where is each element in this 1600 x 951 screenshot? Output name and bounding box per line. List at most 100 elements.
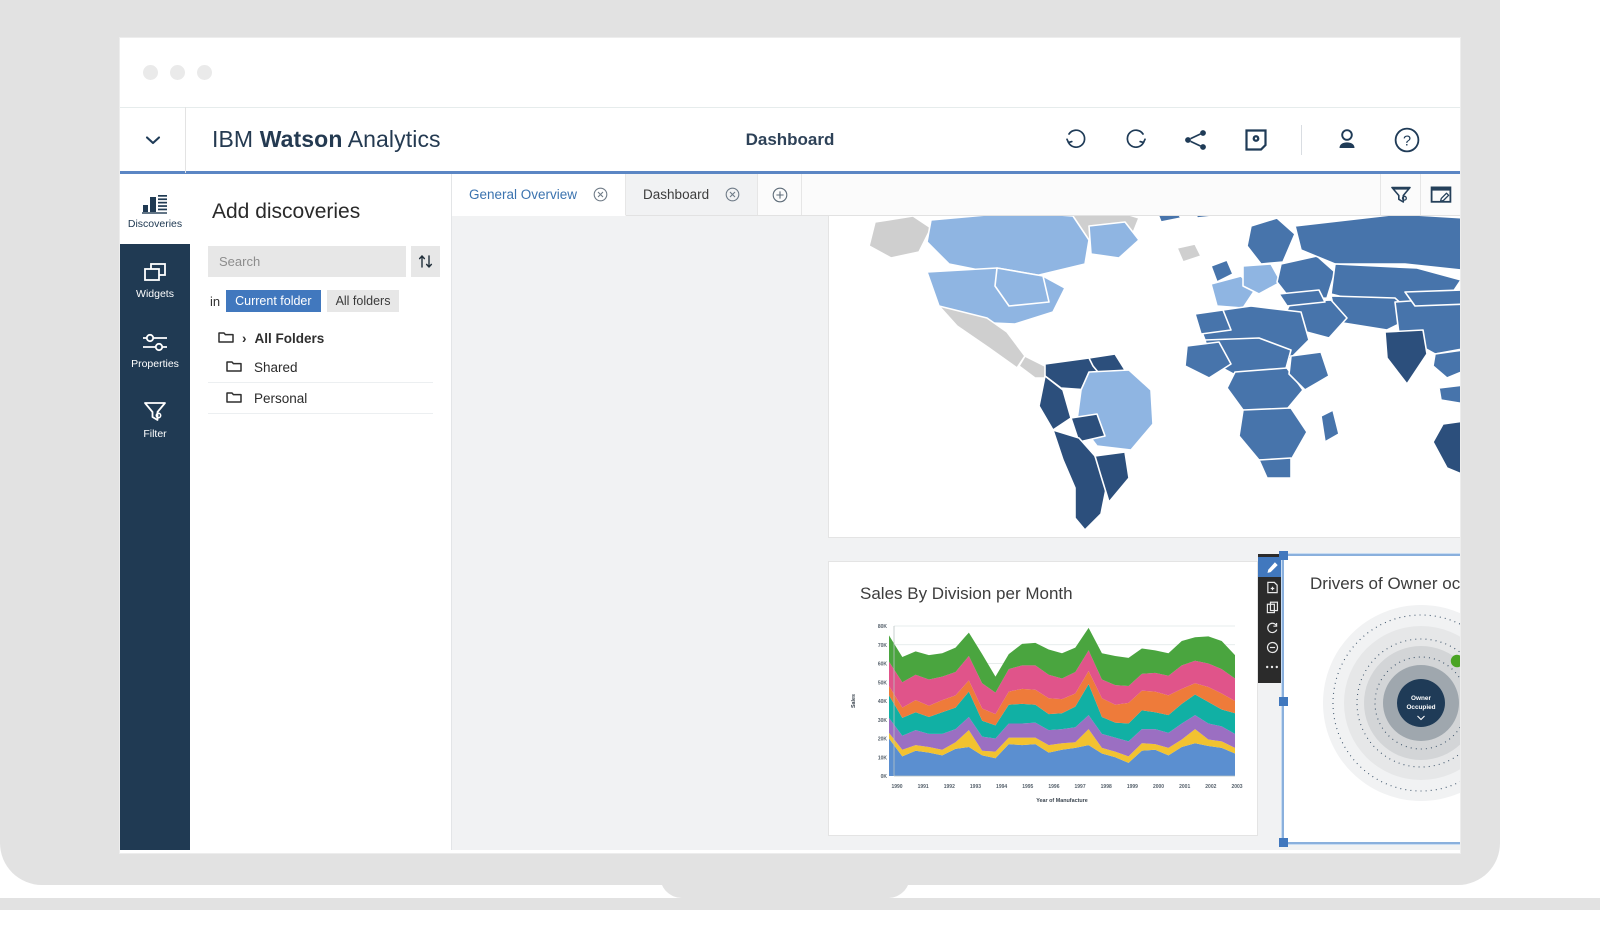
svg-text:1999: 1999 [1127, 784, 1138, 790]
edit-canvas-icon[interactable] [1420, 174, 1460, 215]
drivers-radial-chart: Owner Occupied [1323, 605, 1460, 801]
close-icon[interactable] [725, 187, 740, 202]
redo-icon[interactable] [1121, 125, 1151, 155]
sort-updown-icon[interactable] [411, 246, 440, 277]
tab-general-overview[interactable]: General Overview [452, 174, 627, 216]
sidebar-item-properties[interactable]: Properties [120, 314, 190, 384]
brand-prefix: IBM [212, 126, 260, 152]
filter-icon[interactable] [1380, 174, 1420, 215]
svg-text:1993: 1993 [970, 784, 981, 790]
svg-text:20K: 20K [878, 737, 888, 743]
undo-icon[interactable] [1061, 125, 1091, 155]
tab-label: General Overview [469, 187, 578, 202]
app-header: IBM Watson Analytics Dashboard ? [120, 106, 1460, 174]
list-item[interactable]: Personal [208, 383, 433, 414]
radial-center-label-1: Owner [1411, 695, 1431, 702]
panel-title: Add discoveries [212, 200, 361, 223]
widget-title: Sales By Division per Month [860, 584, 1073, 603]
dashboard-canvas: > 18 13 -18 8 - 13 3 - 8 [452, 216, 1460, 850]
widget-title: Drivers of Owner occupied [1310, 574, 1460, 593]
svg-text:1997: 1997 [1075, 784, 1086, 790]
user-icon[interactable] [1332, 125, 1362, 155]
widget-world-map[interactable]: > 18 13 -18 8 - 13 3 - 8 [828, 216, 1460, 538]
header-toolbar: ? [1061, 124, 1460, 155]
brand-bold: Watson [259, 126, 343, 152]
breadcrumb-label: All Folders [254, 330, 325, 346]
selection-handle[interactable] [1279, 838, 1288, 847]
window-titlebar [120, 38, 1460, 108]
folder-icon [218, 330, 234, 346]
svg-text:30K: 30K [878, 718, 888, 724]
widget-drivers-of-owner-occupied[interactable]: Drivers of Owner occupied Owner Occupied [1279, 551, 1460, 847]
device-base-cut [0, 910, 1600, 951]
sidebar-item-label: Discoveries [127, 218, 183, 230]
header-divider [1301, 124, 1302, 155]
sidebar-item-discoveries[interactable]: Discoveries [120, 174, 190, 244]
widgets-icon [142, 258, 168, 284]
sidebar-item-label: Properties [131, 358, 179, 370]
window-dot-close[interactable] [143, 65, 158, 80]
list-item-label: Personal [254, 390, 308, 406]
add-discoveries-panel: Add discoveries in Current folder All fo… [190, 174, 452, 850]
device-shadow-top [0, 0, 980, 22]
widget-sales-area-chart[interactable]: Sales By Division per Month 0K 10K 20K 30K 4… [828, 561, 1258, 836]
selection-handle[interactable] [1279, 551, 1288, 560]
sidebar-item-filter[interactable]: Filter [120, 384, 190, 454]
window-dot-minimize[interactable] [170, 65, 185, 80]
folder-icon [226, 390, 242, 406]
save-icon[interactable] [1241, 125, 1271, 155]
svg-text:?: ? [1403, 133, 1411, 149]
svg-text:50K: 50K [878, 680, 888, 686]
app-brand: IBM Watson Analytics [212, 126, 441, 153]
svg-text:1995: 1995 [1022, 784, 1033, 790]
breadcrumb[interactable]: › All Folders [218, 330, 433, 346]
svg-text:0K: 0K [881, 774, 888, 780]
tab-bar: General Overview Dashboard [452, 174, 1460, 216]
svg-text:Year of Manufacture: Year of Manufacture [1036, 798, 1088, 804]
svg-text:1996: 1996 [1048, 784, 1059, 790]
radial-center-label-2: Occupied [1406, 704, 1435, 711]
chevron-down-icon[interactable] [120, 106, 186, 173]
app-body: Discoveries Widgets Properties Filter Ad… [120, 174, 1460, 850]
help-icon[interactable]: ? [1392, 125, 1422, 155]
selection-handle[interactable] [1279, 697, 1288, 706]
svg-text:1998: 1998 [1101, 784, 1112, 790]
share-icon[interactable] [1181, 125, 1211, 155]
area-chart-plot: 0K 10K 20K 30K 40K 50K 60K 70K 80K 1990 1991 1992 19… [851, 624, 1243, 804]
device-stand [660, 860, 910, 898]
content-area: General Overview Dashboard Sales By Divi… [452, 174, 1460, 850]
list-item[interactable]: Shared [208, 352, 433, 383]
plus-circle-icon[interactable] [758, 174, 803, 215]
svg-text:2003: 2003 [1231, 784, 1242, 790]
application-window: IBM Watson Analytics Dashboard ? Discove… [120, 38, 1460, 853]
svg-text:2002: 2002 [1205, 784, 1216, 790]
search-input[interactable] [208, 246, 406, 277]
breadcrumb-separator: › [242, 330, 247, 346]
svg-text:10K: 10K [878, 755, 888, 761]
sidebar-item-label: Widgets [136, 288, 174, 300]
brand-suffix: Analytics [342, 126, 441, 152]
scope-row: in Current folder All folders [210, 290, 433, 312]
search-row [208, 246, 440, 277]
left-rail: Discoveries Widgets Properties Filter [120, 174, 190, 850]
bar-chart-icon [142, 188, 168, 214]
svg-text:1994: 1994 [996, 784, 1007, 790]
sidebar-item-label: Filter [143, 428, 167, 440]
svg-text:60K: 60K [878, 662, 888, 668]
sliders-icon [142, 328, 168, 354]
sidebar-item-widgets[interactable]: Widgets [120, 244, 190, 314]
svg-text:70K: 70K [878, 643, 888, 649]
window-dot-maximize[interactable] [197, 65, 212, 80]
svg-text:1991: 1991 [918, 784, 929, 790]
tab-dashboard[interactable]: Dashboard [626, 174, 759, 215]
device-base [0, 898, 1600, 910]
svg-text:2000: 2000 [1153, 784, 1164, 790]
list-item-label: Shared [254, 359, 298, 375]
svg-text:2001: 2001 [1179, 784, 1190, 790]
tab-bar-actions [1380, 174, 1460, 215]
svg-text:1990: 1990 [891, 784, 902, 790]
scope-current-folder[interactable]: Current folder [226, 290, 321, 312]
tab-label: Dashboard [643, 187, 710, 202]
close-icon[interactable] [593, 187, 608, 202]
scope-all-folders[interactable]: All folders [326, 290, 400, 312]
